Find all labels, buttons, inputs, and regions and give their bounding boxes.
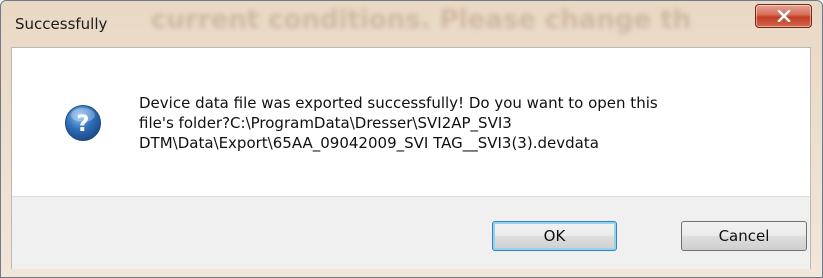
close-button[interactable] [755,4,812,28]
dialog-title: Successfully [15,15,108,33]
background-window-text: current conditions. Please change th [151,5,692,35]
close-icon [777,10,790,22]
ok-button[interactable]: OK [492,221,617,251]
cancel-button[interactable]: Cancel [681,221,807,251]
message-text: Device data file was exported successful… [139,94,658,152]
question-icon: ? [65,105,101,141]
title-bar[interactable]: current conditions. Please change th Suc… [1,1,822,45]
svg-text:?: ? [77,112,90,137]
button-area: OK Cancel [12,196,810,269]
dialog-body: ? Device data file was exported successf… [11,47,811,269]
message-area: ? Device data file was exported successf… [12,48,810,196]
message-dialog: current conditions. Please change th Suc… [0,0,823,278]
